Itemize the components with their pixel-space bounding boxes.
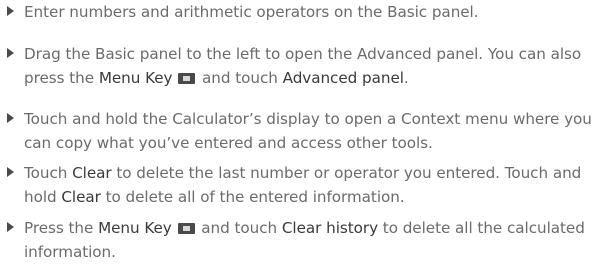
list-item-text: Touch Clear to delete the last number or… bbox=[24, 164, 582, 206]
list-item: Enter numbers and arithmetic operators o… bbox=[7, 0, 604, 24]
list-item-text: Press the Menu Key and touch Clear histo… bbox=[24, 219, 585, 261]
menu-key-icon bbox=[177, 223, 195, 234]
clear-history-label: Clear history bbox=[281, 219, 379, 237]
menu-key-icon bbox=[178, 73, 196, 84]
triangle-right-icon bbox=[7, 161, 24, 183]
triangle-right-icon bbox=[7, 216, 24, 238]
menu-key-label: Menu Key bbox=[98, 69, 173, 87]
list-item: Touch and hold the Calculator’s display … bbox=[7, 107, 604, 155]
triangle-right-icon bbox=[7, 0, 24, 22]
triangle-right-icon bbox=[7, 42, 24, 64]
list-item: Press the Menu Key and touch Clear histo… bbox=[7, 216, 604, 264]
list-item: Drag the Basic panel to the left to open… bbox=[7, 42, 604, 90]
menu-key-label: Menu Key bbox=[98, 219, 172, 237]
list-item-text: Enter numbers and arithmetic operators o… bbox=[24, 3, 479, 21]
list-item: Touch Clear to delete the last number or… bbox=[7, 161, 604, 209]
clear-label: Clear bbox=[61, 188, 101, 206]
advanced-panel-label: Advanced panel bbox=[282, 69, 404, 87]
clear-label: Clear bbox=[72, 164, 112, 182]
instruction-list: Enter numbers and arithmetic operators o… bbox=[0, 0, 610, 269]
list-item-text: Touch and hold the Calculator’s display … bbox=[24, 110, 592, 152]
triangle-right-icon bbox=[7, 107, 24, 129]
list-item-text: Drag the Basic panel to the left to open… bbox=[24, 45, 582, 87]
